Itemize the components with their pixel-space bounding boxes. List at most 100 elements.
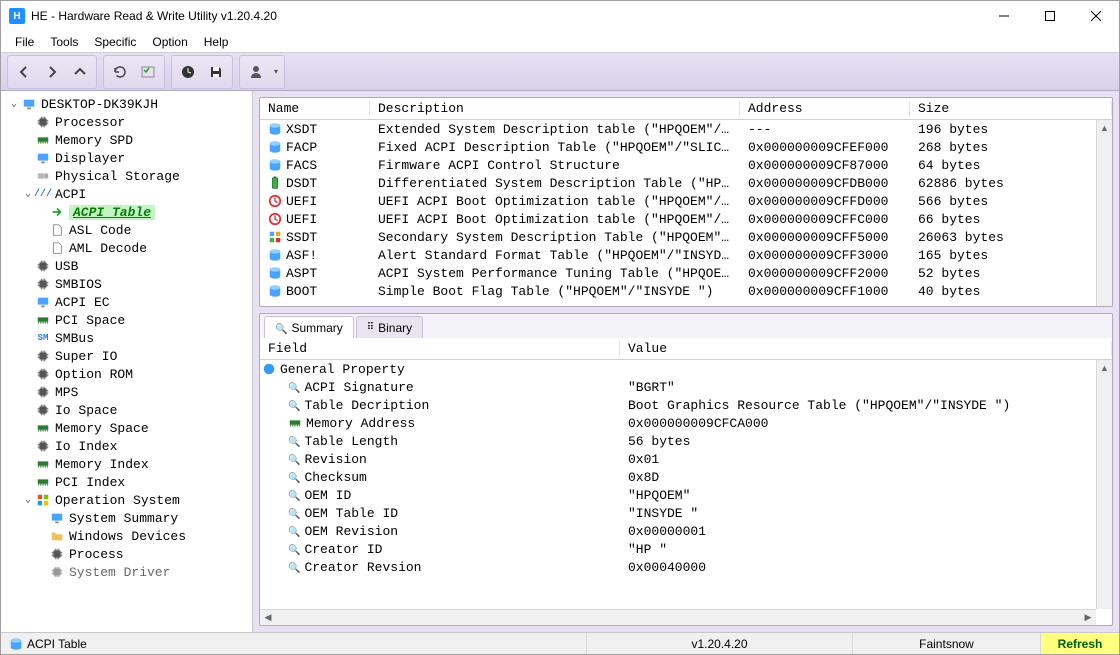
user-dropdown-icon[interactable]: ▾ bbox=[270, 67, 282, 76]
menu-option[interactable]: Option bbox=[144, 33, 195, 51]
detail-value: 0x01 bbox=[620, 452, 1112, 467]
col-value[interactable]: Value bbox=[620, 341, 1112, 356]
table-row[interactable]: UEFIUEFI ACPI Boot Optimization table ("… bbox=[260, 210, 1112, 228]
close-button[interactable] bbox=[1073, 1, 1119, 31]
row-size: 40 bytes bbox=[910, 284, 1112, 299]
table-row[interactable]: FACPFixed ACPI Description Table ("HPQOE… bbox=[260, 138, 1112, 156]
col-name[interactable]: Name bbox=[260, 101, 370, 116]
row-icon bbox=[268, 140, 282, 154]
save-button[interactable] bbox=[202, 58, 230, 86]
scroll-up-icon[interactable]: ▲ bbox=[1097, 360, 1112, 376]
refresh-button[interactable] bbox=[106, 58, 134, 86]
detail-row[interactable]: OEM Table ID"INSYDE " bbox=[260, 504, 1112, 522]
detail-row[interactable]: Creator Revsion0x00040000 bbox=[260, 558, 1112, 576]
tree-pci-index[interactable]: PCI Index bbox=[1, 473, 252, 491]
minimize-button[interactable] bbox=[981, 1, 1027, 31]
tree-io-space[interactable]: Io Space bbox=[1, 401, 252, 419]
vertical-scrollbar[interactable]: ▲ bbox=[1096, 360, 1112, 609]
tree-pci-space[interactable]: PCI Space bbox=[1, 311, 252, 329]
tree-acpi-table[interactable]: ACPI Table bbox=[1, 203, 252, 221]
chip-icon bbox=[36, 277, 50, 291]
detail-row[interactable]: Table Length56 bytes bbox=[260, 432, 1112, 450]
tree-process[interactable]: Process bbox=[1, 545, 252, 563]
col-description[interactable]: Description bbox=[370, 101, 740, 116]
table-row[interactable]: SSDTSecondary System Description Table (… bbox=[260, 228, 1112, 246]
tree-physical-storage[interactable]: Physical Storage bbox=[1, 167, 252, 185]
menu-help[interactable]: Help bbox=[196, 33, 237, 51]
horizontal-scrollbar[interactable]: ◀▶ bbox=[260, 609, 1096, 625]
tree-system-summary[interactable]: System Summary bbox=[1, 509, 252, 527]
tree-memory-spd[interactable]: Memory SPD bbox=[1, 131, 252, 149]
table-row[interactable]: DSDTDifferentiated System Description Ta… bbox=[260, 174, 1112, 192]
detail-row[interactable]: Memory Address0x000000009CFCA000 bbox=[260, 414, 1112, 432]
refresh-status-button[interactable]: Refresh bbox=[1041, 633, 1119, 654]
row-icon bbox=[268, 266, 282, 280]
clock-button[interactable] bbox=[174, 58, 202, 86]
detail-row[interactable]: Revision0x01 bbox=[260, 450, 1112, 468]
scroll-right-icon[interactable]: ▶ bbox=[1080, 610, 1096, 625]
up-button[interactable] bbox=[66, 58, 94, 86]
windows-icon bbox=[36, 493, 50, 507]
tab-binary[interactable]: ⠿Binary bbox=[356, 316, 423, 338]
navigation-tree[interactable]: ⌄DESKTOP-DK39KJH Processor Memory SPD Di… bbox=[1, 91, 253, 632]
table-row[interactable]: BOOTSimple Boot Flag Table ("HPQOEM"/"IN… bbox=[260, 282, 1112, 300]
table-body[interactable]: XSDTExtended System Description table ("… bbox=[260, 120, 1112, 306]
caret-down-icon[interactable]: ⌄ bbox=[21, 188, 35, 200]
tree-windows-devices[interactable]: Windows Devices bbox=[1, 527, 252, 545]
tree-smbios[interactable]: SMBIOS bbox=[1, 275, 252, 293]
caret-down-icon[interactable]: ⌄ bbox=[21, 494, 35, 506]
tree-option-rom[interactable]: Option ROM bbox=[1, 365, 252, 383]
tree-asl-code[interactable]: ASL Code bbox=[1, 221, 252, 239]
detail-row[interactable]: Creator ID"HP " bbox=[260, 540, 1112, 558]
table-row[interactable]: ASF!Alert Standard Format Table ("HPQOEM… bbox=[260, 246, 1112, 264]
detail-row[interactable]: OEM Revision0x00000001 bbox=[260, 522, 1112, 540]
detail-row[interactable]: ACPI Signature"BGRT" bbox=[260, 378, 1112, 396]
scroll-left-icon[interactable]: ◀ bbox=[260, 610, 276, 625]
tree-memory-space[interactable]: Memory Space bbox=[1, 419, 252, 437]
tree-operation-system[interactable]: ⌄Operation System bbox=[1, 491, 252, 509]
table-row[interactable]: ASPTACPI System Performance Tuning Table… bbox=[260, 264, 1112, 282]
scroll-up-icon[interactable]: ▲ bbox=[1097, 120, 1112, 136]
checklist-button[interactable] bbox=[134, 58, 162, 86]
tree-super-io[interactable]: Super IO bbox=[1, 347, 252, 365]
col-size[interactable]: Size bbox=[910, 101, 1112, 116]
row-icon bbox=[268, 284, 282, 298]
main-window: H HE - Hardware Read & Write Utility v1.… bbox=[0, 0, 1120, 655]
tree-memory-index[interactable]: Memory Index bbox=[1, 455, 252, 473]
user-button[interactable] bbox=[242, 58, 270, 86]
tree-displayer[interactable]: Displayer bbox=[1, 149, 252, 167]
tree-usb[interactable]: USB bbox=[1, 257, 252, 275]
maximize-button[interactable] bbox=[1027, 1, 1073, 31]
table-row[interactable]: FACSFirmware ACPI Control Structure0x000… bbox=[260, 156, 1112, 174]
back-button[interactable] bbox=[10, 58, 38, 86]
row-size: 66 bytes bbox=[910, 212, 1112, 227]
folder-icon bbox=[50, 529, 64, 543]
tab-summary[interactable]: Summary bbox=[264, 316, 354, 338]
col-field[interactable]: Field bbox=[260, 341, 620, 356]
detail-row[interactable]: Table DecriptionBoot Graphics Resource T… bbox=[260, 396, 1112, 414]
detail-group[interactable]: General Property bbox=[260, 360, 1112, 378]
vertical-scrollbar[interactable]: ▲ bbox=[1096, 120, 1112, 306]
row-size: 52 bytes bbox=[910, 266, 1112, 281]
tree-aml-decode[interactable]: AML Decode bbox=[1, 239, 252, 257]
row-size: 64 bytes bbox=[910, 158, 1112, 173]
col-address[interactable]: Address bbox=[740, 101, 910, 116]
table-row[interactable]: XSDTExtended System Description table ("… bbox=[260, 120, 1112, 138]
menu-specific[interactable]: Specific bbox=[86, 33, 144, 51]
caret-down-icon[interactable]: ⌄ bbox=[7, 98, 21, 110]
tree-smbus[interactable]: SMSMBus bbox=[1, 329, 252, 347]
detail-row[interactable]: OEM ID"HPQOEM" bbox=[260, 486, 1112, 504]
menu-tools[interactable]: Tools bbox=[42, 33, 86, 51]
tree-acpi[interactable]: ⌄///ACPI bbox=[1, 185, 252, 203]
tree-io-index[interactable]: Io Index bbox=[1, 437, 252, 455]
tree-acpi-ec[interactable]: ACPI EC bbox=[1, 293, 252, 311]
tree-root[interactable]: ⌄DESKTOP-DK39KJH bbox=[1, 95, 252, 113]
menu-file[interactable]: File bbox=[7, 33, 42, 51]
tree-system-driver[interactable]: System Driver bbox=[1, 563, 252, 581]
tree-mps[interactable]: MPS bbox=[1, 383, 252, 401]
tree-processor[interactable]: Processor bbox=[1, 113, 252, 131]
detail-body[interactable]: General PropertyACPI Signature"BGRT"Tabl… bbox=[260, 360, 1112, 625]
detail-row[interactable]: Checksum0x8D bbox=[260, 468, 1112, 486]
table-row[interactable]: UEFIUEFI ACPI Boot Optimization table ("… bbox=[260, 192, 1112, 210]
forward-button[interactable] bbox=[38, 58, 66, 86]
